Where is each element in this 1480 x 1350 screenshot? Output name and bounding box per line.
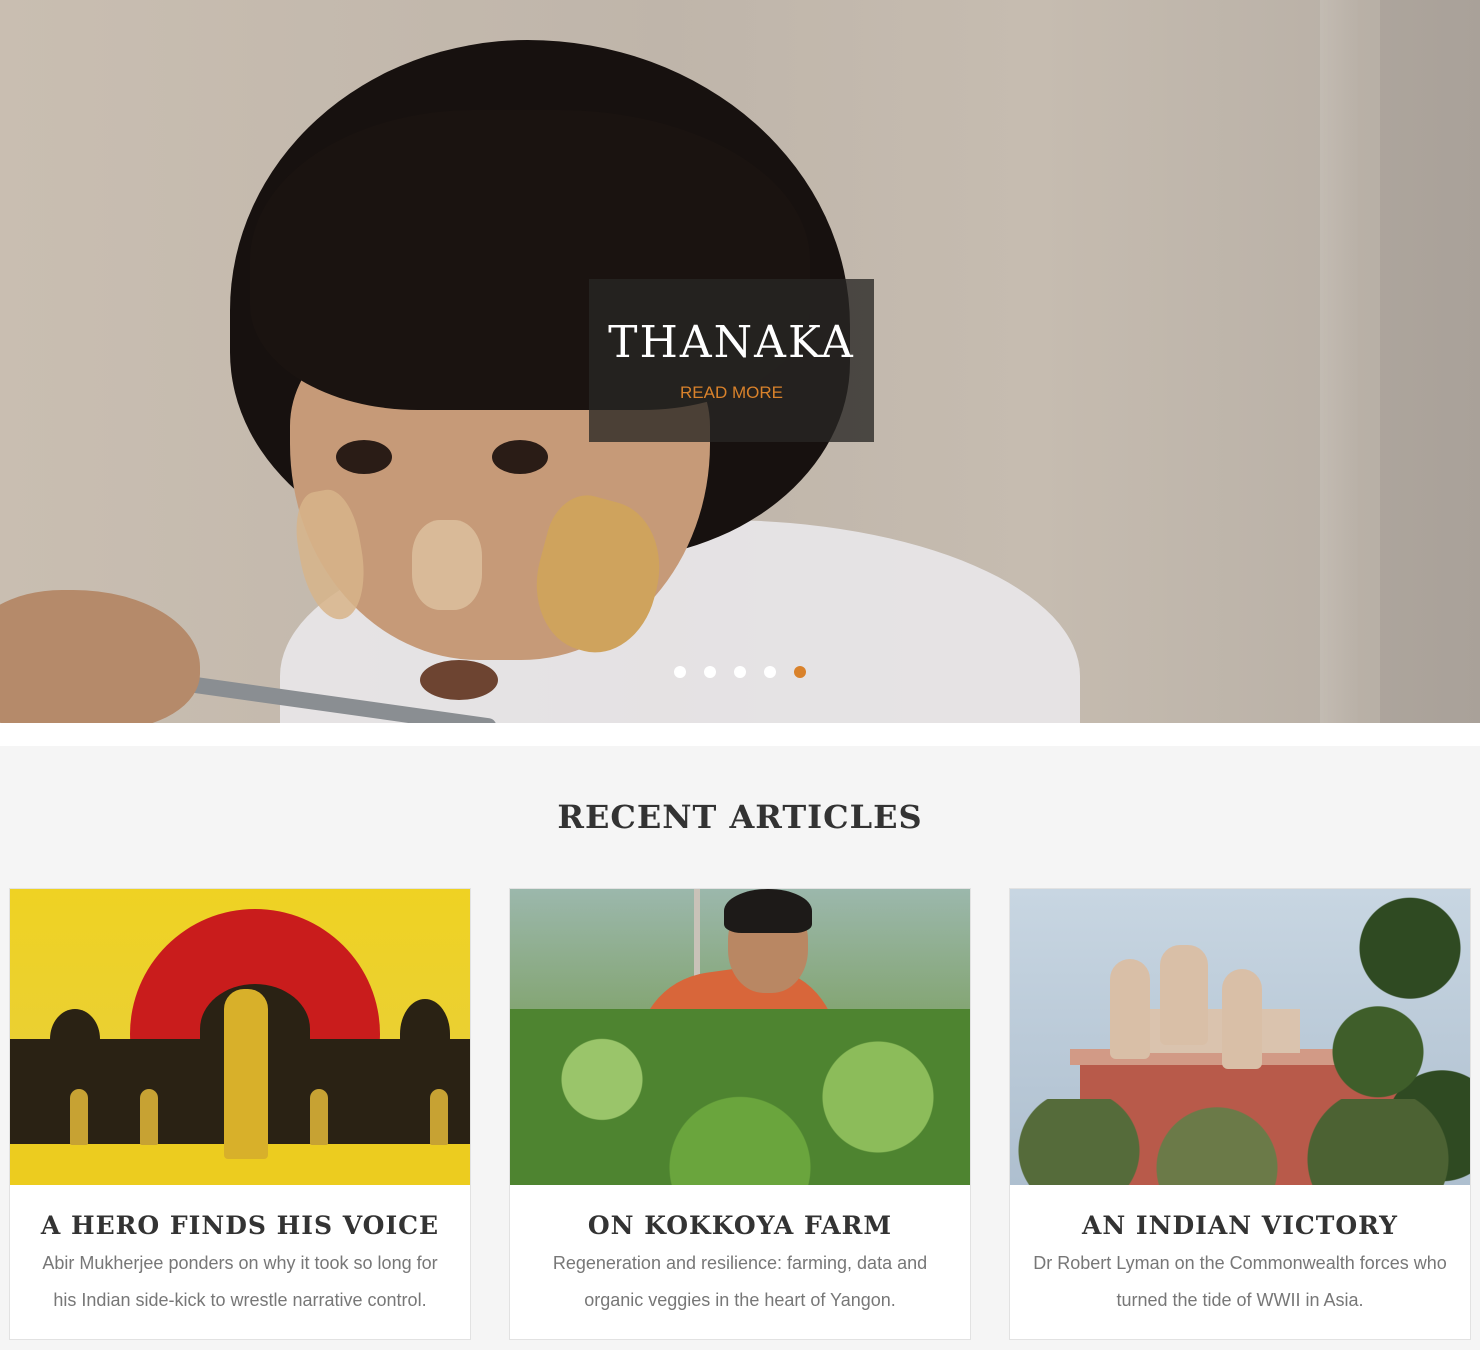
article-image-plants: [510, 1009, 970, 1185]
article-image-figure: [140, 1089, 158, 1145]
article-title[interactable]: AN INDIAN VICTORY: [1010, 1211, 1470, 1240]
slider-dot-5[interactable]: [794, 666, 806, 678]
article-image[interactable]: [1010, 889, 1470, 1185]
article-image-figure: [70, 1089, 88, 1145]
article-description: Abir Mukherjee ponders on why it took so…: [42, 1253, 438, 1310]
slider-dot-4[interactable]: [764, 666, 776, 678]
recent-articles-heading: RECENT ARTICLES: [557, 798, 923, 836]
hero-image-nose: [412, 520, 482, 610]
article-image-statue: [1110, 959, 1150, 1059]
article-description: Regeneration and resilience: farming, da…: [552, 1253, 928, 1310]
article-description: Dr Robert Lyman on the Commonwealth forc…: [1033, 1253, 1447, 1310]
hero-image-background: [1320, 0, 1360, 723]
article-title[interactable]: ON KOKKOYA FARM: [510, 1211, 970, 1240]
article-image-statue: [1160, 945, 1208, 1045]
article-image-figure: [224, 989, 268, 1159]
article-title[interactable]: A HERO FINDS HIS VOICE: [10, 1211, 470, 1240]
hero-title[interactable]: THANAKA: [589, 317, 874, 369]
article-image-figure: [310, 1089, 328, 1145]
hero-image-shade: [1380, 0, 1480, 723]
hero-image-mouth: [420, 660, 498, 700]
article-card[interactable]: AN INDIAN VICTORY Dr Robert Lyman on the…: [1009, 888, 1471, 1340]
slider-dot-2[interactable]: [704, 666, 716, 678]
slider-pagination: [674, 666, 806, 678]
article-card[interactable]: A HERO FINDS HIS VOICE Abir Mukherjee po…: [9, 888, 471, 1340]
article-image-figure: [430, 1089, 448, 1145]
hero-image-hand: [0, 590, 200, 723]
slider-dot-3[interactable]: [734, 666, 746, 678]
article-image-statue: [1222, 969, 1262, 1069]
slider-dot-1[interactable]: [674, 666, 686, 678]
article-image-hair: [724, 889, 812, 933]
article-card[interactable]: ON KOKKOYA FARM Regeneration and resilie…: [509, 888, 971, 1340]
hero-caption-box: THANAKA READ MORE: [589, 279, 874, 442]
section-divider: [0, 723, 1480, 746]
article-image-foliage: [1010, 1099, 1470, 1185]
hero-image-eye-left: [336, 440, 392, 474]
article-image[interactable]: [510, 889, 970, 1185]
read-more-link[interactable]: READ MORE: [680, 383, 783, 403]
article-image[interactable]: [10, 889, 470, 1185]
hero-image-eye-right: [492, 440, 548, 474]
hero-slider[interactable]: THANAKA READ MORE: [0, 0, 1480, 723]
